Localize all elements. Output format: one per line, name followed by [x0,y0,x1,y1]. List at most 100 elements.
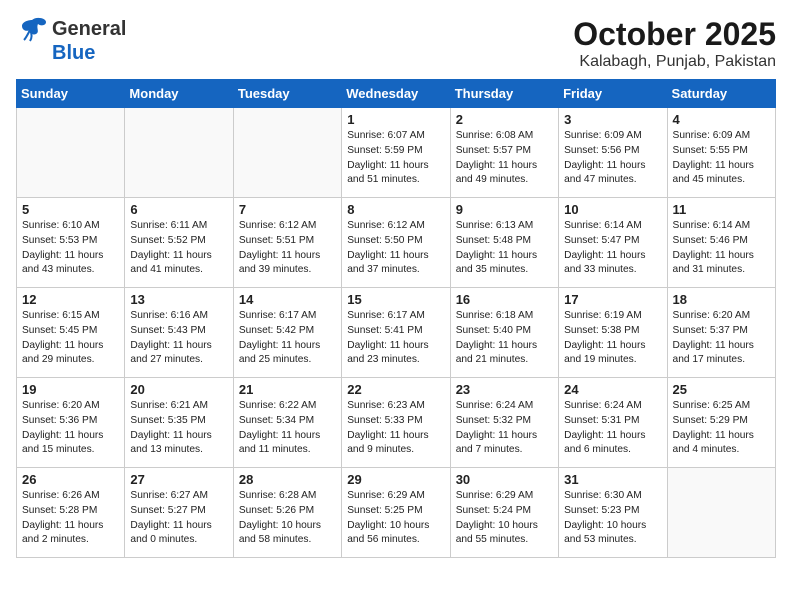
day-info: Sunrise: 6:09 AMSunset: 5:56 PMDaylight:… [564,129,661,188]
day-number: 8 [347,202,444,217]
day-number: 19 [22,382,119,397]
day-info: Sunrise: 6:13 AMSunset: 5:48 PMDaylight:… [456,219,553,278]
calendar-weekday-header: Sunday [17,80,125,108]
day-info: Sunrise: 6:24 AMSunset: 5:31 PMDaylight:… [564,399,661,458]
day-number: 7 [239,202,336,217]
day-info: Sunrise: 6:26 AMSunset: 5:28 PMDaylight:… [22,489,119,548]
page-title: October 2025 [573,16,776,53]
day-number: 23 [456,382,553,397]
logo-bird-icon [16,16,48,42]
calendar-day-cell [233,108,341,198]
calendar-table: SundayMondayTuesdayWednesdayThursdayFrid… [16,79,776,558]
day-number: 29 [347,472,444,487]
day-number: 24 [564,382,661,397]
calendar-week-row: 5Sunrise: 6:10 AMSunset: 5:53 PMDaylight… [17,198,776,288]
calendar-day-cell: 18Sunrise: 6:20 AMSunset: 5:37 PMDayligh… [667,288,775,378]
day-info: Sunrise: 6:12 AMSunset: 5:50 PMDaylight:… [347,219,444,278]
day-info: Sunrise: 6:21 AMSunset: 5:35 PMDaylight:… [130,399,227,458]
day-number: 14 [239,292,336,307]
calendar-day-cell: 16Sunrise: 6:18 AMSunset: 5:40 PMDayligh… [450,288,558,378]
day-info: Sunrise: 6:17 AMSunset: 5:41 PMDaylight:… [347,309,444,368]
day-number: 11 [673,202,770,217]
calendar-day-cell: 23Sunrise: 6:24 AMSunset: 5:32 PMDayligh… [450,378,558,468]
day-info: Sunrise: 6:15 AMSunset: 5:45 PMDaylight:… [22,309,119,368]
day-number: 9 [456,202,553,217]
calendar-day-cell: 4 Sunrise: 6:09 AMSunset: 5:55 PMDaylight… [667,108,775,198]
calendar-week-row: 26 Sunrise: 6:26 AMSunset: 5:28 PMDayligh… [17,468,776,558]
day-info: Sunrise: 6:09 AMSunset: 5:55 PMDaylight:… [673,129,770,188]
calendar-day-cell: 19Sunrise: 6:20 AMSunset: 5:36 PMDayligh… [17,378,125,468]
day-info: Sunrise: 6:25 AMSunset: 5:29 PMDaylight:… [673,399,770,458]
day-number: 10 [564,202,661,217]
calendar-day-cell: 29 Sunrise: 6:29 AMSunset: 5:25 PMDayligh… [342,468,450,558]
calendar-day-cell: 17 Sunrise: 6:19 AMSunset: 5:38 PMDayligh… [559,288,667,378]
page-header: General Blue October 2025 Kalabagh, Punj… [16,16,776,71]
calendar-day-cell: 9 Sunrise: 6:13 AMSunset: 5:48 PMDaylight… [450,198,558,288]
calendar-day-cell: 27 Sunrise: 6:27 AMSunset: 5:27 PMDayligh… [125,468,233,558]
calendar-weekday-header: Monday [125,80,233,108]
page-subtitle: Kalabagh, Punjab, Pakistan [573,53,776,71]
calendar-header-row: SundayMondayTuesdayWednesdayThursdayFrid… [17,80,776,108]
day-number: 28 [239,472,336,487]
day-number: 18 [673,292,770,307]
day-info: Sunrise: 6:29 AMSunset: 5:25 PMDaylight:… [347,489,444,548]
calendar-day-cell: 14 Sunrise: 6:17 AMSunset: 5:42 PMDayligh… [233,288,341,378]
day-info: Sunrise: 6:12 AMSunset: 5:51 PMDaylight:… [239,219,336,278]
calendar-day-cell: 12 Sunrise: 6:15 AMSunset: 5:45 PMDayligh… [17,288,125,378]
calendar-week-row: 12 Sunrise: 6:15 AMSunset: 5:45 PMDayligh… [17,288,776,378]
calendar-day-cell: 3 Sunrise: 6:09 AMSunset: 5:56 PMDaylight… [559,108,667,198]
logo-general: General [52,18,126,41]
day-number: 26 [22,472,119,487]
calendar-week-row: 19Sunrise: 6:20 AMSunset: 5:36 PMDayligh… [17,378,776,468]
calendar-day-cell: 25 Sunrise: 6:25 AMSunset: 5:29 PMDayligh… [667,378,775,468]
calendar-day-cell: 5Sunrise: 6:10 AMSunset: 5:53 PMDaylight… [17,198,125,288]
calendar-weekday-header: Thursday [450,80,558,108]
day-number: 2 [456,112,553,127]
calendar-day-cell: 10Sunrise: 6:14 AMSunset: 5:47 PMDayligh… [559,198,667,288]
calendar-day-cell: 20 Sunrise: 6:21 AMSunset: 5:35 PMDayligh… [125,378,233,468]
calendar-day-cell: 6 Sunrise: 6:11 AMSunset: 5:52 PMDaylight… [125,198,233,288]
day-info: Sunrise: 6:16 AMSunset: 5:43 PMDaylight:… [130,309,227,368]
title-block: October 2025 Kalabagh, Punjab, Pakistan [573,16,776,71]
calendar-day-cell: 28 Sunrise: 6:28 AMSunset: 5:26 PMDayligh… [233,468,341,558]
calendar-weekday-header: Wednesday [342,80,450,108]
logo-blue: Blue [52,42,95,65]
calendar-day-cell [17,108,125,198]
day-info: Sunrise: 6:18 AMSunset: 5:40 PMDaylight:… [456,309,553,368]
calendar-day-cell: 15 Sunrise: 6:17 AMSunset: 5:41 PMDayligh… [342,288,450,378]
calendar-week-row: 1Sunrise: 6:07 AMSunset: 5:59 PMDaylight… [17,108,776,198]
day-number: 15 [347,292,444,307]
day-info: Sunrise: 6:08 AMSunset: 5:57 PMDaylight:… [456,129,553,188]
day-info: Sunrise: 6:17 AMSunset: 5:42 PMDaylight:… [239,309,336,368]
day-info: Sunrise: 6:19 AMSunset: 5:38 PMDaylight:… [564,309,661,368]
day-number: 3 [564,112,661,127]
day-number: 13 [130,292,227,307]
day-number: 20 [130,382,227,397]
calendar-day-cell: 2 Sunrise: 6:08 AMSunset: 5:57 PMDaylight… [450,108,558,198]
calendar-day-cell: 24 Sunrise: 6:24 AMSunset: 5:31 PMDayligh… [559,378,667,468]
day-number: 6 [130,202,227,217]
day-number: 17 [564,292,661,307]
day-number: 4 [673,112,770,127]
day-info: Sunrise: 6:27 AMSunset: 5:27 PMDaylight:… [130,489,227,548]
day-number: 31 [564,472,661,487]
day-info: Sunrise: 6:30 AMSunset: 5:23 PMDaylight:… [564,489,661,548]
calendar-weekday-header: Tuesday [233,80,341,108]
day-info: Sunrise: 6:28 AMSunset: 5:26 PMDaylight:… [239,489,336,548]
day-number: 30 [456,472,553,487]
calendar-day-cell: 30Sunrise: 6:29 AMSunset: 5:24 PMDayligh… [450,468,558,558]
calendar-day-cell: 13 Sunrise: 6:16 AMSunset: 5:43 PMDayligh… [125,288,233,378]
calendar-weekday-header: Saturday [667,80,775,108]
logo: General Blue [16,16,126,65]
calendar-weekday-header: Friday [559,80,667,108]
day-number: 27 [130,472,227,487]
day-number: 12 [22,292,119,307]
day-info: Sunrise: 6:14 AMSunset: 5:46 PMDaylight:… [673,219,770,278]
calendar-day-cell [125,108,233,198]
calendar-day-cell: 21Sunrise: 6:22 AMSunset: 5:34 PMDayligh… [233,378,341,468]
calendar-day-cell: 1Sunrise: 6:07 AMSunset: 5:59 PMDaylight… [342,108,450,198]
day-info: Sunrise: 6:07 AMSunset: 5:59 PMDaylight:… [347,129,444,188]
day-info: Sunrise: 6:11 AMSunset: 5:52 PMDaylight:… [130,219,227,278]
day-info: Sunrise: 6:10 AMSunset: 5:53 PMDaylight:… [22,219,119,278]
day-number: 25 [673,382,770,397]
